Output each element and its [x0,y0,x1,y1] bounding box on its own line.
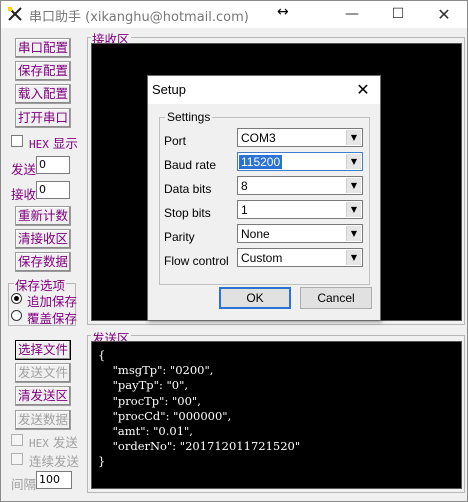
settings-title: Settings [165,110,213,124]
data-bits-select[interactable]: 8 ▼ [237,176,363,195]
stop-bits-value: 1 [241,203,248,217]
send-line: "msgTp": "0200", [98,363,214,378]
radio-selected-dot [14,296,19,301]
dialog-close-icon[interactable]: ✕ [348,78,378,102]
chevron-down-icon[interactable]: ▼ [346,130,361,145]
setup-dialog: Setup ✕ Settings Port COM3 ▼ Baud rate 1… [147,75,381,321]
title-bar[interactable]: 串口助手 (xikanghu@hotmail.com) ↔ — ☐ ✕ [1,1,467,28]
cancel-button[interactable]: Cancel [300,287,372,309]
send-line: "orderNo": "201712011721520" [98,439,301,454]
window-title: 串口助手 (xikanghu@hotmail.com) [29,10,249,25]
hex-display-label: HEX 显示 [29,133,78,152]
save-data-button[interactable]: 保存数据 [15,252,71,272]
chevron-down-icon[interactable]: ▼ [346,250,361,265]
send-textarea[interactable]: { "msgTp": "0200", "payTp": "0", "procTp… [91,341,462,489]
send-line: } [98,454,106,469]
close-button[interactable]: ✕ [421,1,467,28]
send-data-button[interactable]: 发送数据 [15,410,71,430]
stop-bits-select[interactable]: 1 ▼ [237,200,363,219]
baud-rate-value: 115200 [239,155,283,169]
stop-bits-label: Stop bits [164,206,211,220]
hex-send-label: HEX 发送 [29,432,78,451]
hex-display-prefix: HEX [29,138,49,151]
dialog-title: Setup [152,82,186,97]
send-line: "amt": "0.01", [98,423,193,438]
overwrite-save-label: 覆盖保存 [27,311,78,326]
send-line: { [98,348,106,362]
send-line: "payTp": "0", [98,378,189,393]
parity-select[interactable]: None ▼ [237,224,363,243]
flow-control-label: Flow control [164,254,229,268]
chevron-down-icon[interactable]: ▼ [346,178,361,193]
append-save-radio[interactable] [11,293,22,304]
chevron-down-icon[interactable]: ▼ [346,226,361,241]
serial-assistant-icon [8,7,22,21]
data-bits-value: 8 [241,179,248,193]
chevron-down-icon[interactable]: ▼ [346,154,361,169]
hex-send-checkbox[interactable] [11,434,23,446]
send-line: "procCd": "000000", [98,408,232,423]
send-count-label: 发送 [11,162,37,177]
flow-control-select[interactable]: Custom ▼ [237,248,363,267]
minimize-button[interactable]: — [329,1,375,28]
port-config-button[interactable]: 串口配置 [15,38,71,58]
send-count-field[interactable]: 0 [36,156,70,174]
port-value: COM3 [241,131,276,145]
save-config-button[interactable]: 保存配置 [15,61,71,81]
port-select[interactable]: COM3 ▼ [237,128,363,147]
recv-count-label: 接收 [11,187,37,202]
send-file-button[interactable]: 发送文件 [15,363,71,383]
baud-rate-label: Baud rate [164,158,217,172]
hex-send-prefix: HEX [29,437,49,450]
clear-recv-button[interactable]: 清接收区 [15,229,71,249]
move-cursor-icon: ↔ [277,4,289,20]
ok-button[interactable]: OK [219,287,291,309]
main-window: 串口助手 (xikanghu@hotmail.com) ↔ — ☐ ✕ 串口配置… [0,0,468,502]
interval-label: 间隔 [11,477,37,492]
recv-count-field[interactable]: 0 [36,181,70,199]
continuous-send-checkbox[interactable] [11,453,23,465]
hex-display-text: 显示 [52,136,78,151]
data-bits-label: Data bits [164,182,212,196]
hex-display-checkbox[interactable] [11,135,23,147]
continuous-send-label: 连续发送 [29,454,80,469]
interval-field[interactable]: 100 [36,471,72,489]
maximize-button[interactable]: ☐ [375,1,421,28]
parity-label: Parity [164,230,195,244]
reset-count-button[interactable]: 重新计数 [15,206,71,226]
parity-value: None [241,227,270,241]
open-port-button[interactable]: 打开串口 [15,108,71,128]
port-label: Port [164,134,187,148]
flow-control-value: Custom [241,251,283,265]
select-file-button[interactable]: 选择文件 [15,340,71,360]
load-config-button[interactable]: 载入配置 [15,84,71,104]
baud-rate-select[interactable]: 115200 ▼ [237,152,363,171]
chevron-down-icon[interactable]: ▼ [346,202,361,217]
send-line: "procTp": "00", [98,393,201,408]
clear-send-button[interactable]: 清发送区 [15,386,71,406]
dialog-title-bar[interactable]: Setup ✕ [148,76,380,104]
hex-send-text: 发送 [52,435,78,450]
overwrite-save-radio[interactable] [11,310,22,321]
